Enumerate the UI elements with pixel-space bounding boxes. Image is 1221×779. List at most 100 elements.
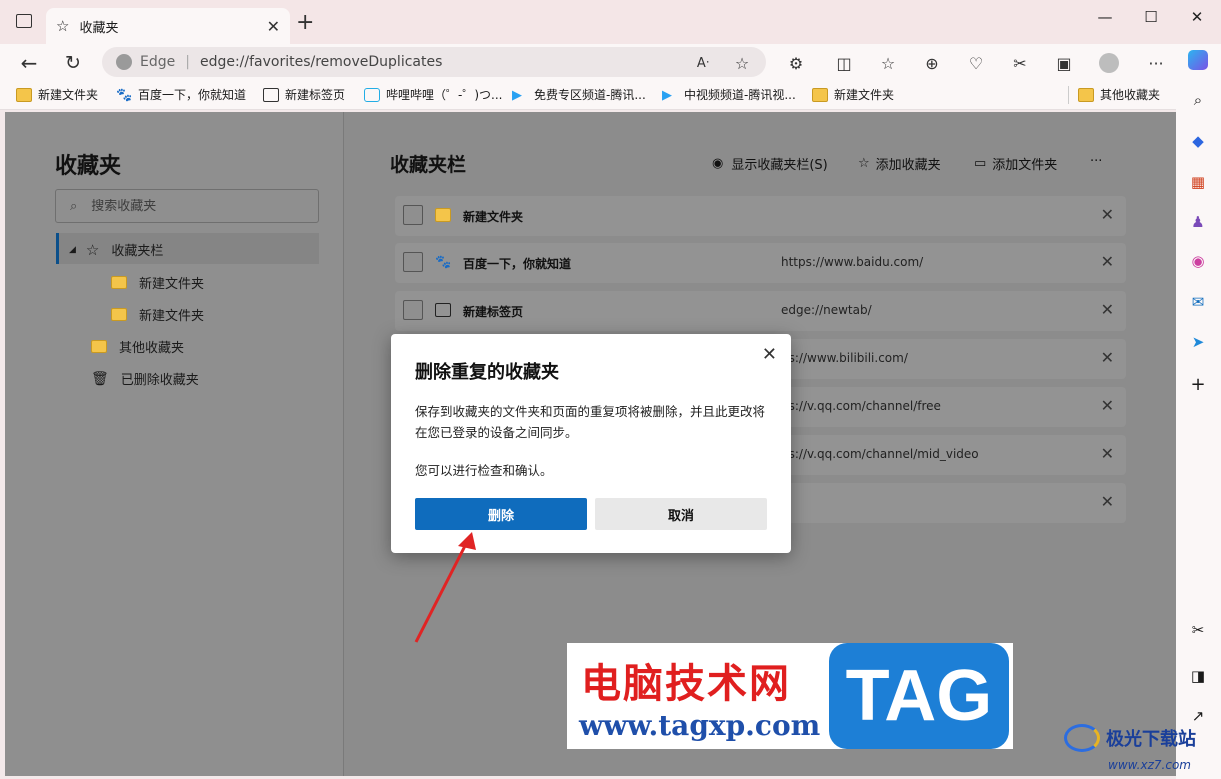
extensions-icon[interactable]: ⚙	[785, 52, 807, 74]
row-checkbox[interactable]	[403, 252, 423, 272]
tree-item-folder[interactable]: 新建文件夹	[111, 305, 204, 324]
open-external-icon[interactable]: ↗	[1188, 706, 1208, 726]
maximize-button[interactable]: ☐	[1128, 8, 1174, 28]
bookmark-item[interactable]: 新建文件夹	[812, 86, 894, 103]
edge-sidebar: ⌕ ◆ ▦ ♟ ◉ ✉ ➤ + ✂ ◨ ↗	[1176, 44, 1221, 779]
tab-title: 收藏夹	[79, 20, 119, 36]
favorite-row[interactable]: 新建文件夹 ✕	[395, 196, 1126, 236]
add-icon[interactable]: +	[1188, 374, 1208, 395]
close-icon[interactable]: ✕	[267, 17, 280, 36]
tree-item-deleted-favorites[interactable]: 🗑 已删除收藏夹	[91, 369, 199, 389]
corner-logo-url: www.xz7.com	[1108, 758, 1191, 772]
close-icon[interactable]: ✕	[1101, 348, 1114, 367]
more-icon[interactable]: ···	[1145, 52, 1167, 74]
outlook-icon[interactable]: ✉	[1188, 292, 1208, 312]
favorites-bar-title: 收藏夹栏	[390, 154, 467, 176]
folder-icon	[16, 87, 32, 102]
back-icon[interactable]: ←	[18, 51, 40, 75]
minimize-button[interactable]: —	[1082, 8, 1128, 28]
screenshot-icon[interactable]: ✂	[1009, 52, 1031, 74]
profile-avatar[interactable]	[1098, 52, 1120, 74]
more-options-button[interactable]: ···	[1090, 154, 1102, 169]
close-icon[interactable]: ✕	[1101, 205, 1114, 224]
performance-icon[interactable]: ▣	[1053, 52, 1075, 74]
toolbar: ← ↻ Edge | edge://favorites/removeDuplic…	[0, 44, 1176, 80]
screenshot-tool-icon[interactable]: ✂	[1188, 620, 1208, 640]
corner-logo: 极光下载站 www.xz7.com	[1064, 724, 1196, 772]
close-icon[interactable]: ✕	[1101, 300, 1114, 319]
favorite-row[interactable]: 🐾 百度一下，你就知道 https://www.baidu.com/ ✕	[395, 243, 1126, 283]
tencent-video-icon: ▶	[512, 87, 522, 103]
office-icon[interactable]: ◉	[1188, 251, 1208, 271]
search-icon[interactable]: ⌕	[1188, 90, 1208, 110]
split-screen-icon[interactable]: ◫	[833, 52, 855, 74]
close-icon[interactable]: ✕	[1101, 492, 1114, 511]
read-aloud-icon[interactable]: Aᐧ	[692, 52, 714, 74]
bookmark-item[interactable]: ▶ 免费专区频道-腾讯...	[512, 86, 646, 103]
row-checkbox[interactable]	[403, 300, 423, 320]
trash-icon: 🗑	[91, 370, 109, 387]
swirl-logo-icon	[1064, 724, 1100, 752]
show-favorites-bar-button[interactable]: ◉ 显示收藏夹栏(S)	[712, 154, 828, 173]
close-icon[interactable]: ✕	[1101, 444, 1114, 463]
address-separator: |	[185, 54, 190, 70]
address-brand: Edge	[140, 54, 176, 70]
add-star-icon: ☆	[858, 156, 870, 171]
search-box[interactable]: ⌕	[55, 189, 319, 223]
new-tab-button[interactable]: +	[296, 10, 314, 35]
collapse-triangle-icon[interactable]: ◢	[69, 245, 76, 255]
favorites-icon[interactable]: ☆	[877, 52, 899, 74]
tree-item-favorites-bar-label: ◢ ☆ 收藏夹栏	[69, 240, 164, 260]
copilot-icon[interactable]	[1188, 50, 1208, 70]
shopping-icon[interactable]: ◆	[1188, 131, 1208, 151]
dialog-close-icon[interactable]: ✕	[762, 344, 777, 365]
health-icon[interactable]: ♡	[965, 52, 987, 74]
folder-icon	[111, 308, 127, 321]
address-bar[interactable]: Edge | edge://favorites/removeDuplicates	[102, 47, 766, 77]
close-icon[interactable]: ✕	[1101, 396, 1114, 415]
watermark-banner: 电脑技术网 www.tagxp.com TAG	[567, 643, 1013, 749]
favorites-left-panel: 收藏夹 ⌕ ◢ ☆ 收藏夹栏 新建文件夹 新建文件夹 其他收藏夹 🗑 已删除收藏…	[5, 112, 344, 776]
tools-icon[interactable]: ▦	[1188, 172, 1208, 192]
tree-item-folder[interactable]: 新建文件夹	[111, 273, 204, 292]
search-icon: ⌕	[70, 198, 78, 214]
eye-icon: ◉	[712, 156, 724, 171]
watermark-cn-text: 电脑技术网	[581, 661, 791, 707]
games-icon[interactable]: ♟	[1188, 212, 1208, 232]
search-input[interactable]	[91, 198, 292, 214]
tree-item-other-favorites[interactable]: 其他收藏夹	[91, 337, 184, 356]
edge-icon	[116, 54, 132, 70]
folder-icon	[111, 276, 127, 289]
close-window-button[interactable]: ✕	[1174, 8, 1220, 28]
folder-icon	[812, 87, 828, 102]
delete-button[interactable]: 删除	[415, 498, 587, 530]
sidebar-toggle-icon[interactable]: ◨	[1188, 666, 1208, 686]
refresh-icon[interactable]: ↻	[62, 52, 84, 74]
remove-duplicates-dialog: ✕ 删除重复的收藏夹 保存到收藏夹的文件夹和页面的重复项将被删除，并且此更改将在…	[391, 334, 791, 553]
collections-icon[interactable]: ⊕	[921, 52, 943, 74]
folder-icon	[1078, 87, 1094, 102]
tab-favorites[interactable]: ☆ 收藏夹 ✕	[46, 8, 290, 44]
add-folder-button[interactable]: ▭ 添加文件夹	[974, 154, 1057, 173]
favorite-row[interactable]: 新建标签页 edge://newtab/ ✕	[395, 291, 1126, 331]
close-icon[interactable]: ✕	[1101, 252, 1114, 271]
newtab-icon	[435, 303, 451, 317]
favorite-star-icon[interactable]: ☆	[731, 52, 753, 74]
tab-actions-icon[interactable]	[16, 14, 32, 28]
add-favorite-button[interactable]: ☆ 添加收藏夹	[858, 154, 941, 173]
dialog-body: 保存到收藏夹的文件夹和页面的重复项将被删除，并且此更改将在您已登录的设备之间同步…	[415, 404, 766, 440]
bookmark-item[interactable]: 新建标签页	[263, 86, 345, 103]
address-url: edge://favorites/removeDuplicates	[199, 54, 443, 70]
other-favorites-item[interactable]: 其他收藏夹	[1078, 86, 1160, 103]
corner-logo-text: 极光下载站	[1106, 729, 1196, 750]
bookmark-item[interactable]: 🐾 百度一下，你就知道	[116, 86, 246, 103]
bookmark-item[interactable]: ▶ 中视频频道-腾讯视...	[662, 86, 796, 103]
bookmark-item[interactable]: 新建文件夹	[16, 86, 98, 103]
baidu-icon: 🐾	[116, 87, 133, 103]
row-checkbox[interactable]	[403, 205, 423, 225]
title-bar: ☆ 收藏夹 ✕ + — ☐ ✕	[0, 0, 1221, 44]
send-icon[interactable]: ➤	[1188, 332, 1208, 352]
cancel-button[interactable]: 取消	[595, 498, 767, 530]
page-title: 收藏夹	[55, 154, 122, 179]
bookmark-item[interactable]: 哔哩哔哩（゜-゜)つ...	[364, 86, 502, 103]
